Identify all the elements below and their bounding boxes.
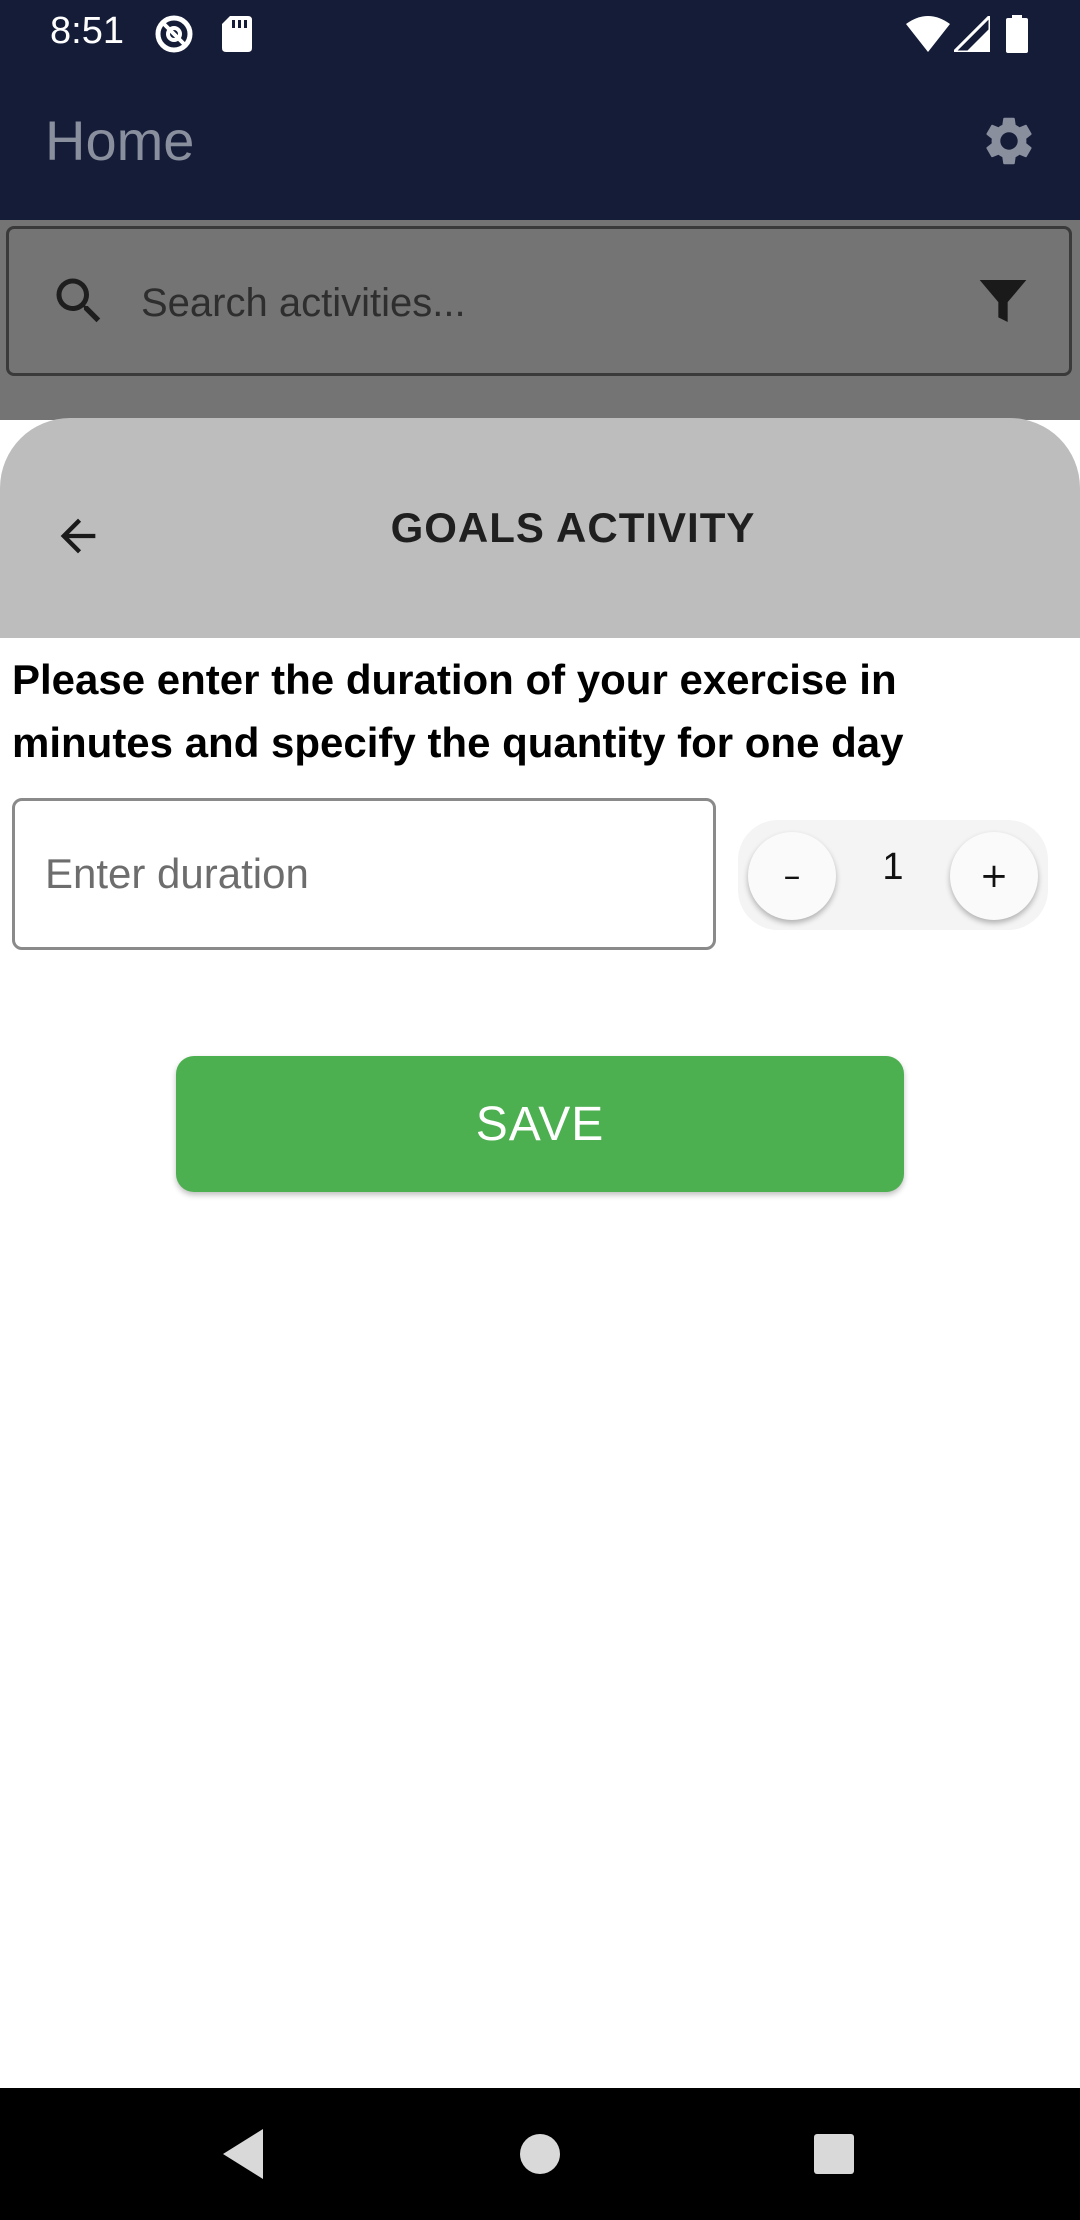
instructions-text: Please enter the duration of your exerci… [12, 656, 904, 766]
search-bar[interactable] [6, 226, 1072, 376]
decrement-button[interactable]: – [748, 832, 836, 920]
increment-button[interactable]: + [950, 832, 1038, 920]
page-title: Home [45, 109, 195, 172]
duration-input[interactable] [12, 798, 716, 950]
signal-icon [954, 12, 990, 56]
home-circle-icon[interactable] [504, 2118, 576, 2190]
status-time: 8:51 [50, 10, 124, 52]
battery-icon [1006, 12, 1028, 56]
quantity-stepper: – 1 + [738, 820, 1048, 930]
search-input[interactable] [139, 267, 943, 339]
sd-card-icon [222, 12, 252, 56]
filter-icon[interactable] [975, 273, 1031, 329]
save-button[interactable]: SAVE [176, 1056, 904, 1192]
status-bar: 8:51 [0, 0, 1080, 66]
app-bar: Home [0, 66, 1080, 220]
quantity-value: 1 [882, 846, 904, 888]
gear-icon [986, 117, 1032, 165]
navigation-bar [0, 2088, 1080, 2220]
back-triangle-icon[interactable] [208, 2118, 280, 2190]
sheet-title: GOALS ACTIVITY [390, 504, 756, 551]
at-sign-icon [154, 12, 194, 56]
search-icon [49, 271, 109, 331]
wifi-icon [906, 12, 950, 56]
recents-square-icon[interactable] [798, 2118, 870, 2190]
settings-button[interactable] [974, 106, 1044, 176]
sheet-content: Please enter the duration of your exerci… [0, 638, 1080, 2088]
sheet-header: GOALS ACTIVITY [0, 418, 1080, 638]
